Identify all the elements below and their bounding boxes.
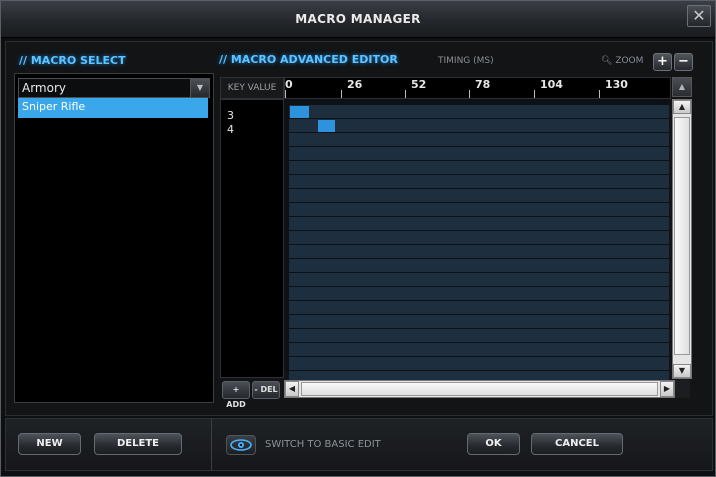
- timing-label: TIMING (MS): [438, 56, 494, 66]
- timing-ruler: 0 26 52 78 104 130: [284, 77, 671, 99]
- tick-label: 26: [347, 78, 363, 91]
- timeline-row[interactable]: [289, 175, 669, 188]
- horizontal-scrollbar[interactable]: ◀ ▶: [284, 380, 675, 398]
- timeline-row[interactable]: [289, 315, 669, 328]
- tick-label: 0: [285, 78, 293, 91]
- eye-icon[interactable]: [226, 435, 256, 455]
- key-event-block[interactable]: [290, 106, 309, 118]
- macro-advanced-editor: KEY VALUE 0 26 52 78 104 130 ▲ 3 4 ▲ ▼ +…: [220, 77, 693, 409]
- timeline-row[interactable]: [289, 259, 669, 272]
- scroll-right-icon[interactable]: ▶: [660, 381, 674, 397]
- horizontal-scroll-thumb[interactable]: [301, 382, 658, 396]
- tick-label: 104: [540, 78, 563, 91]
- macro-list-panel: Armory ▼ Sniper Rifle: [14, 73, 214, 403]
- tick-label: 130: [605, 78, 628, 91]
- scroll-down-icon[interactable]: ▼: [673, 364, 691, 378]
- macro-item-label: Sniper Rifle: [22, 100, 86, 113]
- timeline-grid[interactable]: [284, 99, 669, 384]
- macro-group-dropdown[interactable]: Armory ▼: [18, 78, 210, 98]
- macro-list-item[interactable]: Sniper Rifle: [18, 98, 208, 118]
- timeline-row[interactable]: [289, 329, 669, 342]
- close-icon[interactable]: ✕: [687, 5, 711, 27]
- timeline-row[interactable]: [289, 357, 669, 370]
- vertical-scrollbar[interactable]: ▲ ▼: [672, 99, 692, 379]
- scroll-left-icon[interactable]: ◀: [285, 381, 299, 397]
- vertical-scroll-thumb[interactable]: [674, 117, 690, 355]
- timeline-row[interactable]: [289, 273, 669, 286]
- title-bar: MACRO MANAGER ✕: [1, 1, 715, 38]
- timeline-row[interactable]: [289, 161, 669, 174]
- timeline-row[interactable]: [289, 105, 669, 118]
- new-button[interactable]: NEW: [18, 433, 81, 455]
- tick-label: 78: [475, 78, 491, 91]
- zoom-in-button[interactable]: +: [653, 53, 672, 71]
- zoom-control: 🔍︎ ZOOM: [601, 56, 643, 66]
- scroll-corner: [675, 380, 690, 398]
- chevron-down-icon[interactable]: ▼: [190, 79, 209, 97]
- timeline-row[interactable]: [289, 147, 669, 160]
- zoom-label: ZOOM: [615, 56, 644, 66]
- scroll-up-arrow-icon[interactable]: ▲: [672, 77, 692, 97]
- timeline-row[interactable]: [289, 343, 669, 356]
- advanced-editor-title: // MACRO ADVANCED EDITOR: [219, 53, 398, 66]
- timeline-row[interactable]: [289, 119, 669, 132]
- key-value-header: KEY VALUE: [220, 77, 284, 99]
- scroll-up-icon[interactable]: ▲: [673, 100, 691, 114]
- footer-divider: [211, 418, 212, 471]
- key-value-item: 3: [227, 109, 234, 122]
- macro-select-title: // MACRO SELECT: [19, 54, 126, 67]
- key-event-block[interactable]: [318, 120, 335, 132]
- timeline-row[interactable]: [289, 231, 669, 244]
- timeline-row[interactable]: [289, 287, 669, 300]
- dropdown-value: Armory: [22, 81, 66, 95]
- delete-key-button[interactable]: - DEL: [252, 381, 280, 399]
- timeline-row[interactable]: [289, 245, 669, 258]
- timeline-row[interactable]: [289, 189, 669, 202]
- cancel-button[interactable]: CANCEL: [531, 433, 623, 455]
- timeline-row[interactable]: [289, 217, 669, 230]
- key-value-item: 4: [227, 123, 234, 136]
- ok-button[interactable]: OK: [467, 433, 520, 455]
- macro-manager-window: MACRO MANAGER ✕ // MACRO SELECT // MACRO…: [0, 0, 716, 477]
- timeline-row[interactable]: [289, 133, 669, 146]
- timeline-row[interactable]: [289, 301, 669, 314]
- zoom-out-button[interactable]: −: [674, 53, 693, 71]
- add-button[interactable]: + ADD: [222, 381, 250, 409]
- tick-label: 52: [411, 78, 427, 91]
- timeline-row[interactable]: [289, 203, 669, 216]
- key-value-column: 3 4: [220, 99, 284, 378]
- delete-button[interactable]: DELETE: [94, 433, 182, 455]
- magnifier-icon: 🔍︎: [601, 56, 613, 66]
- window-title: MACRO MANAGER: [295, 12, 421, 26]
- switch-to-basic-edit-link[interactable]: SWITCH TO BASIC EDIT: [265, 439, 381, 450]
